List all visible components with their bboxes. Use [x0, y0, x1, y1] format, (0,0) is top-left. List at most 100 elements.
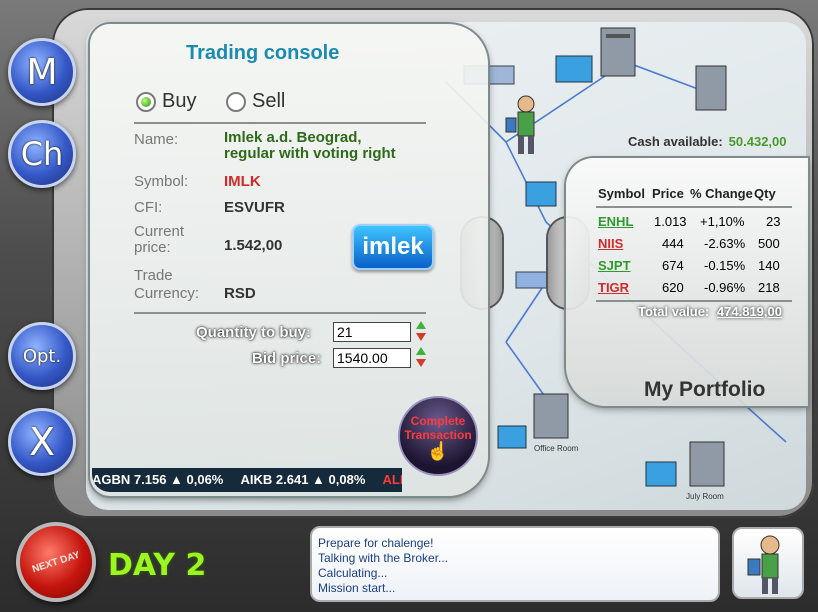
cash-value: 50.432,00	[728, 134, 787, 149]
name-value-line2: regular with voting right	[224, 145, 396, 162]
header-price: Price	[652, 186, 684, 201]
total-label: Total value:	[638, 304, 710, 319]
quantity-label: Quantity to buy:	[196, 324, 311, 341]
monitor-icon	[645, 461, 677, 487]
cash-label: Cash available:	[628, 134, 723, 149]
row-change: -0.15%	[704, 258, 746, 273]
cfi-value: ESVUFR	[224, 199, 285, 216]
portfolio-row[interactable]: NIIS 444 -2.63% 500	[596, 236, 796, 254]
row-change: +1,10%	[700, 214, 745, 229]
quantity-input[interactable]	[333, 322, 411, 342]
server-tower-icon	[695, 65, 727, 111]
radio-selected-icon	[136, 91, 156, 112]
message-log[interactable]: Prepare for chalenge! Talking with the B…	[310, 526, 720, 602]
server-tower-icon	[533, 393, 569, 439]
total-value: 474.819,00	[716, 304, 782, 319]
chart-button[interactable]: Ch	[8, 120, 76, 188]
row-price: 1.013	[654, 214, 687, 229]
row-qty: 500	[758, 236, 780, 251]
currency-label-line1: Trade	[134, 267, 173, 284]
server-tower-icon	[600, 27, 636, 77]
row-symbol[interactable]: ENHL	[598, 214, 633, 229]
hand-cursor-icon: ☝	[426, 441, 450, 461]
header-change: % Change	[690, 186, 753, 201]
symbol-value: IMLK	[224, 173, 261, 190]
row-symbol[interactable]: SJPT	[598, 258, 631, 273]
complete-transaction-button[interactable]: Complete Transaction ☝	[398, 396, 478, 476]
divider	[596, 300, 792, 302]
broker-portrait[interactable]	[732, 527, 804, 599]
buy-radio[interactable]: Buy	[136, 90, 196, 113]
bid-price-input[interactable]	[333, 348, 411, 368]
row-price: 444	[662, 236, 684, 251]
price-label-line1: Current	[134, 223, 185, 240]
total-value-row: Total value: 474.819,00	[638, 304, 782, 319]
row-symbol[interactable]: NIIS	[598, 236, 623, 251]
divider	[134, 122, 426, 124]
my-portfolio-panel: Symbol Price % Change Qty ENHL 1.013 +1,…	[566, 158, 808, 406]
portfolio-row[interactable]: SJPT 674 -0.15% 140	[596, 258, 796, 276]
bid-price-label: Bid price:	[252, 350, 322, 367]
broker-avatar-icon	[747, 535, 780, 594]
cash-available: Cash available: 50.432,00	[628, 134, 787, 149]
console-title: Trading console	[186, 42, 340, 64]
portfolio-title: My Portfolio	[644, 378, 766, 401]
monitor-icon	[555, 55, 593, 83]
monitor-icon	[525, 181, 557, 207]
imlek-logo: imlek	[352, 224, 434, 270]
price-label-line2: price:	[134, 239, 171, 256]
message-line: Prepare for chalenge!	[318, 536, 434, 550]
complete-label-line2: Transaction	[404, 428, 472, 442]
row-change: -2.63%	[704, 236, 746, 251]
trading-console: Trading console Buy Sell Name: Imlek a.d…	[90, 24, 488, 496]
portfolio-row[interactable]: TIGR 620 -0.96% 218	[596, 280, 796, 298]
arrow-down-icon[interactable]	[416, 359, 426, 367]
arrow-up-icon[interactable]	[416, 347, 426, 355]
name-value-line1: Imlek a.d. Beograd,	[224, 129, 362, 146]
row-qty: 140	[758, 258, 780, 273]
next-day-button[interactable]: NEXT DAY	[5, 511, 107, 612]
menu-button[interactable]: M	[8, 38, 76, 106]
divider	[134, 312, 426, 314]
monitor-icon	[497, 425, 527, 449]
currency-value: RSD	[224, 285, 256, 302]
divider	[596, 206, 792, 208]
buy-label: Buy	[162, 90, 197, 112]
message-line: Talking with the Broker...	[318, 551, 449, 565]
broker-figure-icon	[504, 92, 544, 158]
cfi-label: CFI:	[134, 199, 163, 216]
stock-ticker: AGBN 7.156 ▲ 0,06% AIKB 2.641 ▲ 0,08% AL…	[92, 468, 402, 492]
portfolio-row[interactable]: ENHL 1.013 +1,10% 23	[596, 214, 796, 232]
message-line: Mission start...	[318, 581, 396, 595]
sell-label: Sell	[252, 90, 286, 112]
quantity-stepper[interactable]	[415, 320, 427, 344]
exit-button[interactable]: X	[8, 408, 76, 476]
row-price: 674	[662, 258, 684, 273]
arrow-up-icon[interactable]	[416, 321, 426, 329]
row-qty: 23	[766, 214, 781, 229]
server-tower-icon	[689, 441, 725, 487]
radio-unselected-icon	[226, 91, 246, 112]
ticker-item: AGBN 7.156 ▲ 0,06%	[92, 472, 224, 487]
row-change: -0.96%	[704, 280, 746, 295]
complete-label-line1: Complete	[410, 414, 466, 428]
current-price-value: 1.542,00	[224, 237, 283, 254]
office-room-label: Office Room	[534, 444, 579, 453]
arrow-down-icon[interactable]	[416, 333, 426, 341]
day-counter: DAY 2	[108, 548, 206, 583]
day-number: 2	[185, 548, 207, 583]
header-symbol: Symbol	[598, 186, 645, 201]
sell-radio[interactable]: Sell	[226, 90, 285, 113]
name-label: Name:	[134, 131, 179, 148]
july-room-label: July Room	[686, 492, 724, 501]
row-price: 620	[662, 280, 684, 295]
ticker-item: ALFA 8.1	[382, 472, 402, 487]
ticker-item: AIKB 2.641 ▲ 0,08%	[240, 472, 366, 487]
row-symbol[interactable]: TIGR	[598, 280, 629, 295]
message-line: Calculating...	[318, 566, 388, 580]
bid-price-stepper[interactable]	[415, 346, 427, 370]
options-button[interactable]: Opt.	[8, 322, 76, 390]
symbol-label: Symbol:	[134, 173, 189, 190]
currency-label-line2: Currency:	[134, 285, 200, 302]
day-label: DAY	[108, 548, 175, 583]
